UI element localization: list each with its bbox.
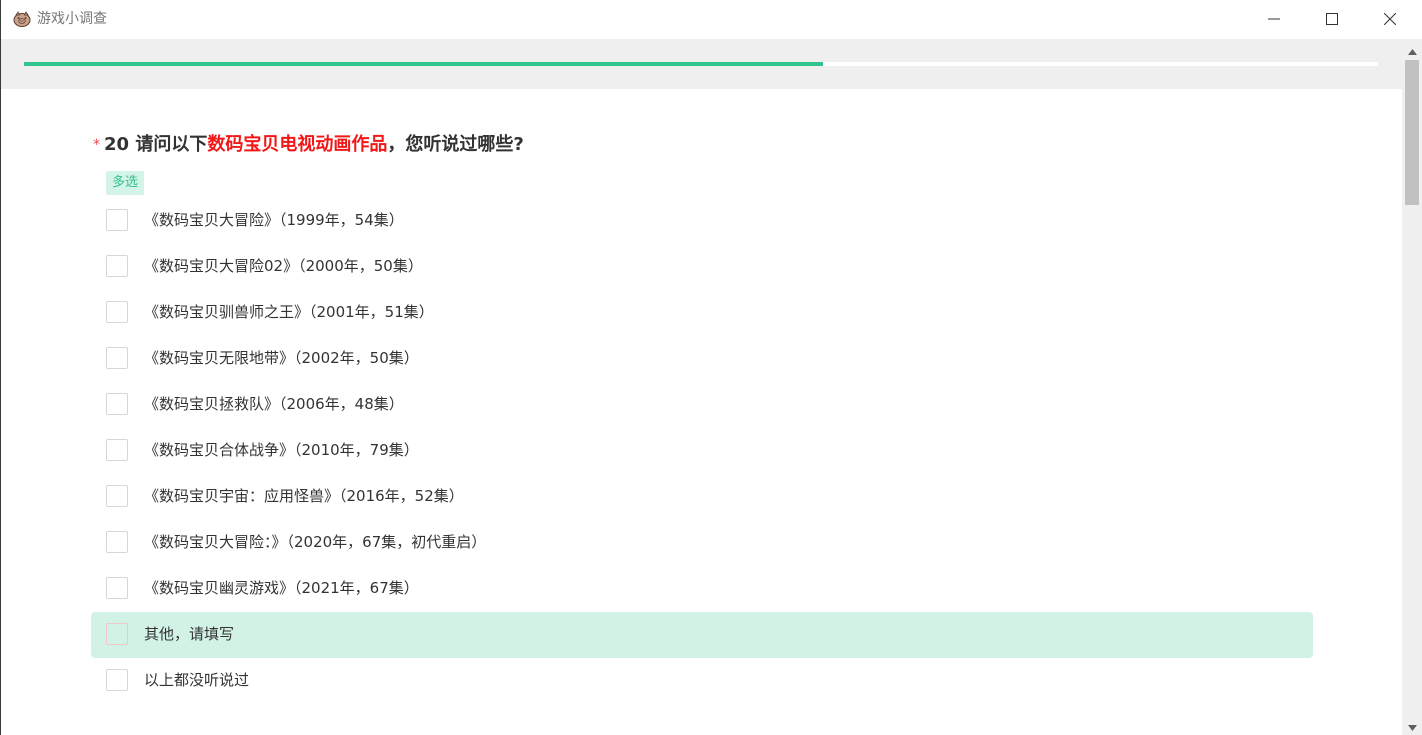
option-item[interactable]: 《数码宝贝大冒险：》（2020年，67集，初代重启） bbox=[91, 520, 1313, 566]
option-checkbox[interactable] bbox=[106, 301, 128, 323]
option-item[interactable]: 《数码宝贝大冒险》（1999年，54集） bbox=[91, 198, 1313, 244]
option-label: 《数码宝贝拯救队》（2006年，48集） bbox=[144, 395, 404, 413]
option-item-other[interactable]: 其他，请填写 bbox=[91, 612, 1313, 658]
option-item[interactable]: 《数码宝贝大冒险02》（2000年，50集） bbox=[91, 244, 1313, 290]
option-checkbox[interactable] bbox=[106, 209, 128, 231]
option-checkbox[interactable] bbox=[106, 485, 128, 507]
close-button[interactable] bbox=[1361, 0, 1419, 39]
pig-icon bbox=[13, 10, 31, 28]
option-label: 《数码宝贝大冒险：》（2020年，67集，初代重启） bbox=[144, 533, 487, 551]
close-icon bbox=[1383, 10, 1397, 29]
vertical-scrollbar[interactable] bbox=[1402, 39, 1422, 735]
title-bar[interactable]: 游戏小调查 bbox=[1, 0, 1422, 39]
scroll-up-button[interactable] bbox=[1402, 39, 1422, 59]
option-checkbox[interactable] bbox=[106, 255, 128, 277]
option-label: 其他，请填写 bbox=[144, 625, 235, 643]
question-title-prefix: 20 请问以下 bbox=[104, 134, 208, 155]
progress-header bbox=[1, 39, 1402, 89]
progress-fill bbox=[24, 62, 823, 66]
option-item[interactable]: 《数码宝贝驯兽师之王》（2001年，51集） bbox=[91, 290, 1313, 336]
option-checkbox[interactable] bbox=[106, 623, 128, 645]
option-item[interactable]: 《数码宝贝幽灵游戏》（2021年，67集） bbox=[91, 566, 1313, 612]
option-label: 《数码宝贝大冒险02》（2000年，50集） bbox=[144, 257, 423, 275]
question-title: * 20 请问以下数码宝贝电视动画作品，您听说过哪些? bbox=[93, 132, 524, 158]
option-label: 《数码宝贝大冒险》（1999年，54集） bbox=[144, 211, 404, 229]
options-list: 《数码宝贝大冒险》（1999年，54集） 《数码宝贝大冒险02》（2000年，5… bbox=[91, 198, 1313, 704]
option-checkbox[interactable] bbox=[106, 577, 128, 599]
option-label: 以上都没听说过 bbox=[144, 671, 250, 689]
scroll-down-button[interactable] bbox=[1402, 715, 1422, 735]
option-item[interactable]: 《数码宝贝合体战争》（2010年，79集） bbox=[91, 428, 1313, 474]
option-item-none[interactable]: 以上都没听说过 bbox=[91, 658, 1313, 704]
question-title-highlight: 数码宝贝电视动画作品 bbox=[207, 134, 388, 155]
required-mark: * bbox=[93, 137, 100, 153]
minimize-button[interactable] bbox=[1245, 0, 1303, 39]
option-label: 《数码宝贝幽灵游戏》（2021年，67集） bbox=[144, 579, 419, 597]
progress-bar bbox=[24, 62, 1378, 66]
chevron-down-icon bbox=[1407, 716, 1417, 735]
maximize-button[interactable] bbox=[1303, 0, 1361, 39]
option-checkbox[interactable] bbox=[106, 439, 128, 461]
option-checkbox[interactable] bbox=[106, 531, 128, 553]
option-label: 《数码宝贝合体战争》（2010年，79集） bbox=[144, 441, 419, 459]
option-label: 《数码宝贝宇宙：应用怪兽》（2016年，52集） bbox=[144, 487, 464, 505]
option-item[interactable]: 《数码宝贝无限地带》（2002年，50集） bbox=[91, 336, 1313, 382]
option-checkbox[interactable] bbox=[106, 393, 128, 415]
chevron-up-icon bbox=[1407, 40, 1417, 59]
question-title-suffix: ，您听说过哪些? bbox=[387, 134, 524, 155]
scroll-thumb[interactable] bbox=[1405, 60, 1419, 205]
multi-select-tag: 多选 bbox=[106, 171, 145, 195]
option-label: 《数码宝贝驯兽师之王》（2001年，51集） bbox=[144, 303, 434, 321]
option-checkbox[interactable] bbox=[106, 347, 128, 369]
option-checkbox[interactable] bbox=[106, 669, 128, 691]
maximize-icon bbox=[1326, 10, 1338, 29]
option-label: 《数码宝贝无限地带》（2002年，50集） bbox=[144, 349, 419, 367]
option-item[interactable]: 《数码宝贝拯救队》（2006年，48集） bbox=[91, 382, 1313, 428]
minimize-icon bbox=[1268, 10, 1280, 29]
option-item[interactable]: 《数码宝贝宇宙：应用怪兽》（2016年，52集） bbox=[91, 474, 1313, 520]
window-title: 游戏小调查 bbox=[37, 11, 107, 27]
app-window: 游戏小调查 * 20 请问以下数码宝贝电视动画作品，您听说过哪些? 多选 《数码… bbox=[0, 0, 1422, 735]
